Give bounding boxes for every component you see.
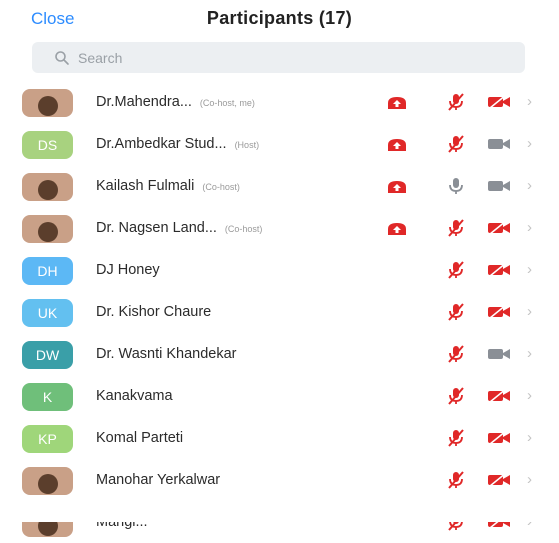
participant-row[interactable]: Kailash Fulmali (Co-host) › xyxy=(0,165,559,207)
mic-muted-icon[interactable] xyxy=(444,386,468,406)
video-off-icon[interactable] xyxy=(487,386,511,406)
avatar xyxy=(22,89,73,117)
participant-row[interactable]: Dr. Nagsen Land... (Co-host) › xyxy=(0,207,559,249)
share-screen-icon xyxy=(385,176,409,196)
participant-row[interactable]: DH DJ Honey › xyxy=(0,249,559,291)
avatar xyxy=(22,467,73,495)
participant-name-wrap: Dr.Ambedkar Stud... (Host) xyxy=(96,136,259,152)
mic-muted-icon[interactable] xyxy=(444,218,468,238)
search-input[interactable]: Search xyxy=(32,42,525,73)
video-icon[interactable] xyxy=(487,134,511,154)
participant-role: (Co-host) xyxy=(202,182,240,192)
participant-name: Dr.Mahendra... xyxy=(96,94,192,110)
participant-name: Komal Parteti xyxy=(96,430,184,446)
participant-role: (Co-host) xyxy=(224,224,263,234)
participant-role: (Host) xyxy=(234,140,260,150)
video-icon[interactable] xyxy=(487,176,511,196)
search-placeholder: Search xyxy=(78,49,123,66)
mic-muted-icon[interactable] xyxy=(444,302,468,322)
participant-name-wrap: Kanakvama xyxy=(96,388,173,404)
avatar: DW xyxy=(22,341,73,369)
chevron-right-icon[interactable]: › xyxy=(527,429,532,446)
participant-row[interactable]: K Kanakvama › xyxy=(0,375,559,417)
participant-name-wrap: Kailash Fulmali (Co-host) xyxy=(96,178,240,194)
participant-name-wrap: Dr. Kishor Chaure xyxy=(96,304,211,320)
participant-name-wrap: Komal Parteti xyxy=(96,430,183,446)
chevron-right-icon[interactable]: › xyxy=(527,177,532,194)
participant-name-wrap: Dr. Wasnti Khandekar xyxy=(96,346,237,362)
participant-row[interactable]: DW Dr. Wasnti Khandekar › xyxy=(0,333,559,375)
video-off-icon[interactable] xyxy=(487,260,511,280)
participant-name: Dr. Nagsen Land... xyxy=(96,220,217,236)
video-off-icon[interactable] xyxy=(487,218,511,238)
video-off-icon[interactable] xyxy=(487,428,511,448)
participant-name: Dr.Ambedkar Stud... xyxy=(96,136,227,152)
avatar: DH xyxy=(22,257,73,285)
participant-name-wrap: DJ Honey xyxy=(96,262,160,278)
share-screen-icon xyxy=(385,134,409,154)
mic-muted-icon[interactable] xyxy=(444,260,468,280)
participant-name: Kailash Fulmali xyxy=(96,178,195,194)
avatar: KP xyxy=(22,425,73,453)
avatar-photo xyxy=(37,180,58,200)
chevron-right-icon[interactable]: › xyxy=(527,261,532,278)
participant-row[interactable]: Manohar Yerkalwar › xyxy=(0,459,559,501)
mic-muted-icon[interactable] xyxy=(444,428,468,448)
mic-muted-icon[interactable] xyxy=(444,92,468,112)
mic-muted-icon[interactable] xyxy=(444,470,468,490)
participant-list: Dr.Mahendra... (Co-host, me) › DS Dr.Ambedka… xyxy=(0,81,559,543)
chevron-right-icon[interactable]: › xyxy=(527,135,532,152)
chevron-right-icon[interactable]: › xyxy=(527,471,532,488)
avatar xyxy=(22,173,73,201)
mic-muted-icon[interactable] xyxy=(444,134,468,154)
chevron-right-icon[interactable]: › xyxy=(527,219,532,236)
video-off-icon[interactable] xyxy=(487,92,511,112)
participants-header: Close Participants (17) xyxy=(0,0,559,44)
chevron-right-icon[interactable]: › xyxy=(527,345,532,362)
participant-name-wrap: Dr.Mahendra... (Co-host, me) xyxy=(96,94,255,110)
avatar: K xyxy=(22,383,73,411)
avatar-photo xyxy=(37,96,58,116)
participant-name: Dr. Kishor Chaure xyxy=(96,304,212,320)
chevron-right-icon[interactable]: › xyxy=(527,303,532,320)
participant-name: Kanakvama xyxy=(96,388,173,404)
participant-row[interactable]: UK Dr. Kishor Chaure › xyxy=(0,291,559,333)
video-off-icon[interactable] xyxy=(487,470,511,490)
page-title: Participants (17) xyxy=(206,8,353,28)
avatar: DS xyxy=(22,131,73,159)
avatar-photo xyxy=(37,474,58,494)
avatar-photo xyxy=(37,222,58,242)
share-screen-icon xyxy=(385,218,409,238)
participant-name-wrap: Manohar Yerkalwar xyxy=(96,472,220,488)
participant-name: Dr. Wasnti Khandekar xyxy=(96,346,237,362)
list-bottom-edge xyxy=(0,504,559,522)
mic-muted-icon[interactable] xyxy=(444,344,468,364)
avatar: UK xyxy=(22,299,73,327)
share-screen-icon xyxy=(385,92,409,112)
mic-icon[interactable] xyxy=(444,176,468,196)
participant-role: (Co-host, me) xyxy=(199,98,255,108)
chevron-right-icon[interactable]: › xyxy=(527,387,532,404)
participant-name: Manohar Yerkalwar xyxy=(96,472,221,488)
participant-name-wrap: Dr. Nagsen Land... (Co-host) xyxy=(96,220,262,236)
avatar xyxy=(22,215,73,243)
search-icon xyxy=(54,49,72,67)
video-off-icon[interactable] xyxy=(487,302,511,322)
video-icon[interactable] xyxy=(487,344,511,364)
chevron-right-icon[interactable]: › xyxy=(527,93,532,110)
participant-row[interactable]: Dr.Mahendra... (Co-host, me) › xyxy=(0,81,559,123)
participant-row[interactable]: KP Komal Parteti › xyxy=(0,417,559,459)
participant-name: DJ Honey xyxy=(96,262,160,278)
participant-row[interactable]: DS Dr.Ambedkar Stud... (Host) › xyxy=(0,123,559,165)
